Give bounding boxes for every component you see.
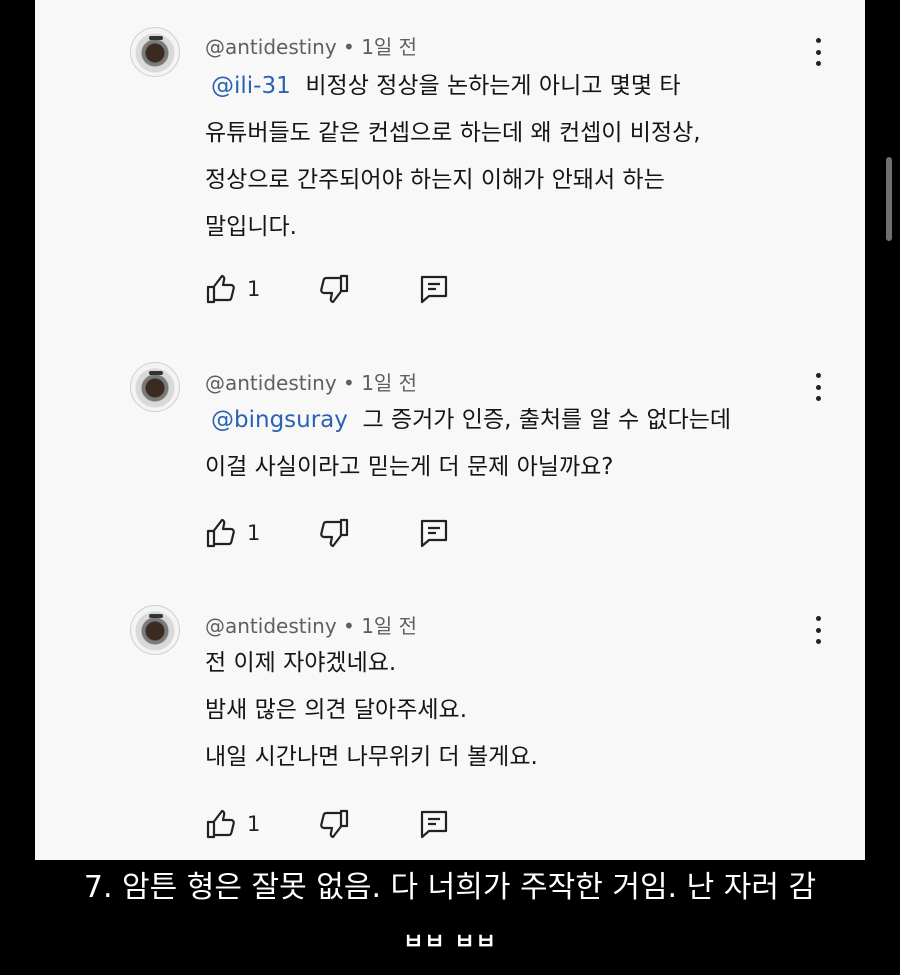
more-vert-icon[interactable] (813, 373, 823, 401)
thumbs-up-icon[interactable] (205, 808, 237, 840)
comment-actions: 1 (205, 517, 485, 551)
avatar[interactable] (130, 27, 180, 77)
comment-meta: @antidestiny • 1일 전 (205, 31, 417, 60)
more-vert-icon[interactable] (813, 38, 823, 66)
comment-meta: @antidestiny • 1일 전 (205, 610, 417, 639)
meta-separator: • (343, 35, 355, 59)
comment-line: 정상으로 간주되어야 하는지 이해가 안돼서 하는 (205, 167, 665, 193)
comment-panel: @antidestiny • 1일 전 @ili-31 비정상 정상을 논하는게… (35, 0, 865, 860)
reply-icon[interactable] (418, 273, 450, 305)
meta-separator: • (343, 614, 355, 638)
comment-line: @bingsuray 그 증거가 인증, 출처를 알 수 없다는데 (211, 407, 732, 433)
reply-icon[interactable] (418, 808, 450, 840)
thumbs-down-icon[interactable] (318, 517, 350, 549)
author-name[interactable]: @antidestiny (205, 371, 337, 395)
caption-text: 7. 암튼 형은 잘못 없음. 다 너희가 주작한 거임. 난 자러 감 (83, 870, 817, 905)
comment-actions: 1 (205, 808, 485, 842)
thumbs-down-icon[interactable] (318, 273, 350, 305)
avatar[interactable] (130, 605, 180, 655)
comment-time: 1일 전 (361, 35, 418, 59)
comment-body: @ili-31 비정상 정상을 논하는게 아니고 몇몇 타 유튜버들도 같은 컨… (205, 63, 805, 251)
comment-line: @ili-31 비정상 정상을 논하는게 아니고 몇몇 타 (211, 73, 681, 99)
meta-separator: • (343, 371, 355, 395)
more-vert-icon[interactable] (813, 616, 823, 644)
comment-actions: 1 (205, 273, 485, 307)
caption-subtext: ㅂㅂ ㅂㅂ (403, 930, 497, 955)
comment-line: 유튜버들도 같은 컨셉으로 하는데 왜 컨셉이 비정상, (205, 120, 701, 146)
author-name[interactable]: @antidestiny (205, 614, 337, 638)
thumbs-up-icon[interactable] (205, 273, 237, 305)
comment-line: 말입니다. (205, 214, 297, 240)
comment-time: 1일 전 (361, 614, 418, 638)
thumbs-up-icon[interactable] (205, 517, 237, 549)
comment-body: @bingsuray 그 증거가 인증, 출처를 알 수 없다는데 이걸 사실이… (205, 397, 805, 491)
comment-line: 이걸 사실이라고 믿는게 더 문제 아닐까요? (205, 454, 614, 480)
comment-body: 전 이제 자야겠네요. 밤새 많은 의견 달아주세요. 내일 시간나면 나무위키… (205, 640, 805, 781)
mention-link[interactable]: @bingsuray (211, 407, 348, 433)
reply-icon[interactable] (418, 517, 450, 549)
mention-link[interactable]: @ili-31 (211, 73, 291, 99)
like-count: 1 (247, 277, 261, 301)
comment-line: 전 이제 자야겠네요. (205, 650, 397, 676)
like-count: 1 (247, 812, 261, 836)
scrollbar[interactable] (886, 157, 892, 241)
avatar[interactable] (130, 362, 180, 412)
comment-time: 1일 전 (361, 371, 418, 395)
thumbs-down-icon[interactable] (318, 808, 350, 840)
comment-meta: @antidestiny • 1일 전 (205, 367, 417, 396)
comment-line: 내일 시간나면 나무위키 더 볼게요. (205, 744, 538, 770)
like-count: 1 (247, 521, 261, 545)
comment-line: 밤새 많은 의견 달아주세요. (205, 697, 468, 723)
author-name[interactable]: @antidestiny (205, 35, 337, 59)
